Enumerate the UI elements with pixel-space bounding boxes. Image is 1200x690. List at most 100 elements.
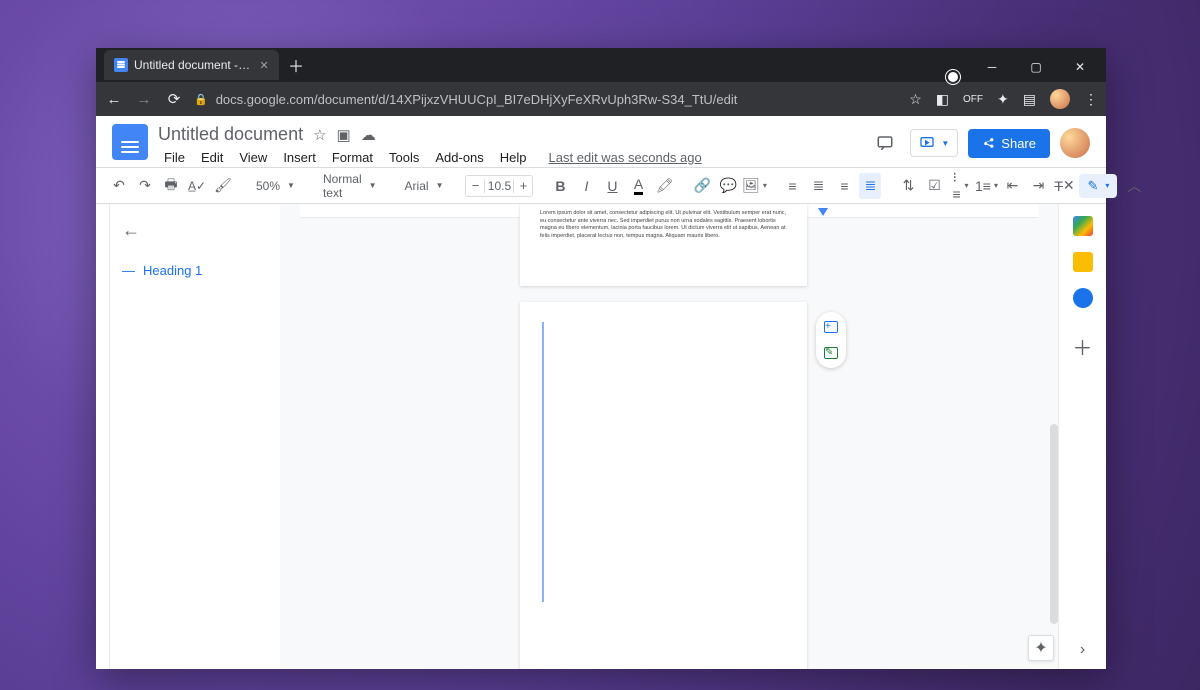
menu-tools[interactable]: Tools bbox=[383, 148, 425, 167]
document-page[interactable] bbox=[520, 302, 807, 669]
keep-icon[interactable] bbox=[1073, 252, 1093, 272]
document-page[interactable]: Lorem ipsum dolor sit amet, consectetur … bbox=[520, 204, 807, 286]
docs-header: Untitled document ☆ ▣ ☁ File Edit View I… bbox=[96, 116, 1106, 167]
docs-logo-icon[interactable] bbox=[112, 124, 148, 160]
editing-mode-button[interactable]: ✎▾ bbox=[1079, 174, 1117, 198]
reload-button[interactable]: ⟳ bbox=[164, 89, 184, 109]
text-cursor bbox=[542, 322, 544, 602]
extensions-menu-icon[interactable]: ✦ bbox=[997, 91, 1009, 108]
checklist-button[interactable]: ☑ bbox=[923, 173, 945, 199]
back-button[interactable]: ← bbox=[104, 89, 124, 109]
window-controls: ─ ▢ ✕ bbox=[970, 52, 1106, 82]
profile-avatar-icon[interactable] bbox=[1050, 89, 1070, 109]
floating-actions: + ✎ bbox=[816, 312, 846, 368]
outline-collapse-icon[interactable]: — bbox=[122, 263, 135, 278]
tasks-icon[interactable] bbox=[1073, 288, 1093, 308]
menu-addons[interactable]: Add-ons bbox=[429, 148, 489, 167]
add-comment-icon[interactable]: + bbox=[822, 318, 840, 336]
present-button[interactable]: ▼ bbox=[910, 129, 958, 157]
italic-button[interactable]: I bbox=[575, 173, 597, 199]
address-bar: ← → ⟳ 🔒 docs.google.com/document/d/14XPi… bbox=[96, 82, 1106, 116]
document-title[interactable]: Untitled document bbox=[158, 124, 303, 145]
star-icon[interactable]: ☆ bbox=[313, 126, 326, 144]
side-panel: ＋ › bbox=[1058, 204, 1106, 669]
url-box[interactable]: 🔒 docs.google.com/document/d/14XPijxzVHU… bbox=[194, 92, 899, 107]
print-button[interactable]: 🖶 bbox=[160, 173, 182, 199]
vertical-scrollbar[interactable] bbox=[1050, 424, 1058, 624]
outline-panel: ← — Heading 1 bbox=[110, 204, 280, 669]
move-icon[interactable]: ▣ bbox=[337, 126, 351, 144]
align-justify-button[interactable]: ≣ bbox=[859, 173, 881, 199]
lock-icon: 🔒 bbox=[194, 93, 208, 106]
spellcheck-button[interactable]: A̲✓ bbox=[186, 173, 208, 199]
link-button[interactable]: 🔗 bbox=[691, 173, 713, 199]
hide-sidepanel-icon[interactable]: › bbox=[1080, 641, 1085, 659]
comment-history-icon[interactable] bbox=[870, 128, 900, 158]
right-indent-marker[interactable] bbox=[818, 208, 828, 218]
account-avatar-icon[interactable] bbox=[1060, 128, 1090, 158]
bullet-list-button[interactable]: ⁝≡▾ bbox=[949, 173, 971, 199]
url-text: docs.google.com/document/d/14XPijxzVHUUC… bbox=[216, 92, 738, 107]
numbered-list-button[interactable]: 1≡▾ bbox=[975, 173, 997, 199]
outline-item-label: Heading 1 bbox=[143, 263, 202, 278]
star-bookmark-icon[interactable]: ☆ bbox=[909, 91, 922, 108]
forward-button[interactable]: → bbox=[134, 89, 154, 109]
page-body-text: Lorem ipsum dolor sit amet, consectetur … bbox=[540, 210, 787, 241]
new-tab-button[interactable]: ＋ bbox=[283, 52, 309, 78]
outline-close-icon[interactable]: ← bbox=[122, 220, 268, 241]
extension-area: ☆ ◧ OFF ✦ ▤ ⋮ bbox=[909, 89, 1098, 109]
font-size-decrease[interactable]: − bbox=[466, 178, 484, 193]
bold-button[interactable]: B bbox=[549, 173, 571, 199]
highlight-button[interactable]: 🖍 bbox=[653, 173, 675, 199]
recording-indicator-icon bbox=[948, 72, 958, 82]
extension-icon[interactable]: ◧ bbox=[936, 91, 949, 108]
undo-button[interactable]: ↶ bbox=[108, 173, 130, 199]
last-edit-link[interactable]: Last edit was seconds ago bbox=[549, 150, 702, 165]
menu-insert[interactable]: Insert bbox=[277, 148, 322, 167]
menu-bar: File Edit View Insert Format Tools Add-o… bbox=[158, 148, 860, 167]
tab-close-icon[interactable]: ✕ bbox=[259, 58, 269, 72]
clear-formatting-button[interactable]: T✕ bbox=[1053, 173, 1075, 199]
menu-help[interactable]: Help bbox=[494, 148, 533, 167]
font-size-value[interactable]: 10.5 bbox=[484, 179, 514, 193]
extension-icon[interactable]: ▤ bbox=[1023, 91, 1036, 108]
minimize-button[interactable]: ─ bbox=[970, 52, 1014, 82]
indent-increase-button[interactable]: ⇥ bbox=[1027, 173, 1049, 199]
redo-button[interactable]: ↷ bbox=[134, 173, 156, 199]
comment-button[interactable]: 💬 bbox=[717, 173, 739, 199]
tab-strip: Untitled document - Google Doc ✕ ＋ bbox=[96, 48, 948, 82]
cloud-status-icon[interactable]: ☁ bbox=[361, 126, 376, 144]
extension-icon[interactable]: OFF bbox=[963, 94, 983, 105]
outline-heading-item[interactable]: — Heading 1 bbox=[122, 263, 268, 278]
collapse-toolbar-button[interactable]: ︿ bbox=[1123, 173, 1145, 199]
calendar-icon[interactable] bbox=[1073, 216, 1093, 236]
image-button[interactable]: 🖼▾ bbox=[743, 173, 765, 199]
align-left-button[interactable]: ≡ bbox=[781, 173, 803, 199]
vertical-ruler bbox=[96, 204, 110, 669]
indent-decrease-button[interactable]: ⇤ bbox=[1001, 173, 1023, 199]
chrome-menu-icon[interactable]: ⋮ bbox=[1084, 91, 1098, 108]
document-canvas[interactable]: Lorem ipsum dolor sit amet, consectetur … bbox=[280, 204, 1058, 669]
paint-format-button[interactable]: 🖌 bbox=[212, 173, 234, 199]
style-select[interactable]: Normal text▼ bbox=[317, 173, 383, 199]
close-window-button[interactable]: ✕ bbox=[1058, 52, 1102, 82]
menu-edit[interactable]: Edit bbox=[195, 148, 229, 167]
maximize-button[interactable]: ▢ bbox=[1014, 52, 1058, 82]
explore-button[interactable]: ✦ bbox=[1028, 635, 1054, 661]
font-size-increase[interactable]: + bbox=[514, 178, 532, 193]
suggest-edit-icon[interactable]: ✎ bbox=[822, 344, 840, 362]
align-center-button[interactable]: ≣ bbox=[807, 173, 829, 199]
text-color-button[interactable]: A bbox=[627, 173, 649, 199]
browser-tab[interactable]: Untitled document - Google Doc ✕ bbox=[104, 50, 279, 80]
line-spacing-button[interactable]: ⇅ bbox=[897, 173, 919, 199]
underline-button[interactable]: U bbox=[601, 173, 623, 199]
align-right-button[interactable]: ≡ bbox=[833, 173, 855, 199]
menu-view[interactable]: View bbox=[233, 148, 273, 167]
docs-favicon-icon bbox=[114, 58, 128, 72]
menu-format[interactable]: Format bbox=[326, 148, 379, 167]
font-select[interactable]: Arial▼ bbox=[399, 173, 450, 199]
add-addon-icon[interactable]: ＋ bbox=[1073, 332, 1093, 361]
menu-file[interactable]: File bbox=[158, 148, 191, 167]
share-button[interactable]: Share bbox=[968, 129, 1050, 158]
zoom-select[interactable]: 50%▼ bbox=[250, 173, 301, 199]
